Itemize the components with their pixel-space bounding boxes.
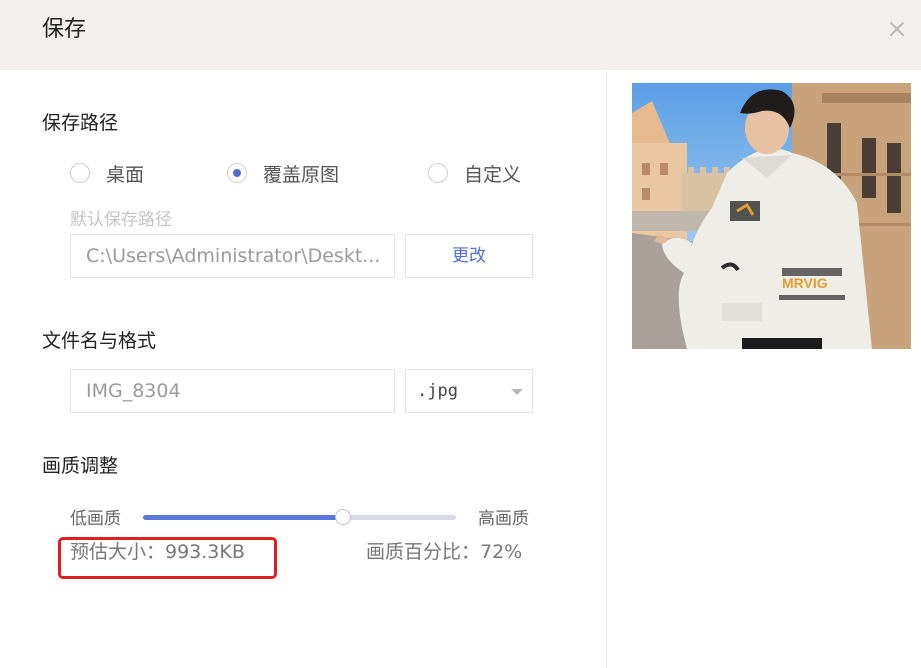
radio-custom[interactable]: 自定义 xyxy=(428,160,521,186)
svg-text:MRVIG: MRVIG xyxy=(782,275,828,291)
quality-percentage: 画质百分比：72% xyxy=(366,541,523,563)
quality-slider-fill xyxy=(143,515,344,520)
dialog-titlebar: 保存 xyxy=(0,0,921,70)
dialog-title: 保存 xyxy=(42,17,87,42)
low-quality-label: 低画质 xyxy=(70,509,121,529)
format-select[interactable]: .jpg xyxy=(405,369,533,413)
default-path-label: 默认保存路径 xyxy=(70,210,172,230)
high-quality-label: 高画质 xyxy=(478,509,529,529)
save-path-field[interactable]: C:\Users\Administrator\Deskt... xyxy=(70,234,395,278)
highlight-box xyxy=(58,537,277,579)
change-path-button[interactable]: 更改 xyxy=(405,234,533,278)
filename-input[interactable]: IMG_8304 xyxy=(70,369,395,413)
panel-divider xyxy=(606,70,607,668)
chevron-down-icon xyxy=(511,389,523,395)
preview-image: MRVIG xyxy=(632,83,911,349)
quality-heading: 画质调整 xyxy=(42,455,119,477)
quality-slider[interactable] xyxy=(143,509,456,525)
file-heading: 文件名与格式 xyxy=(42,330,157,352)
radio-circle-checked[interactable] xyxy=(227,163,247,183)
radio-custom-label: 自定义 xyxy=(464,163,522,186)
radio-desktop[interactable]: 桌面 xyxy=(70,160,144,186)
radio-overwrite-original[interactable]: 覆盖原图 xyxy=(227,160,339,186)
radio-overwrite-label: 覆盖原图 xyxy=(263,163,340,186)
format-value: .jpg xyxy=(417,381,458,401)
radio-desktop-label: 桌面 xyxy=(106,163,145,186)
save-path-heading: 保存路径 xyxy=(42,112,119,134)
quality-slider-handle[interactable] xyxy=(335,509,352,525)
radio-circle[interactable] xyxy=(428,163,448,183)
close-icon[interactable] xyxy=(884,16,910,42)
radio-circle[interactable] xyxy=(70,163,90,183)
